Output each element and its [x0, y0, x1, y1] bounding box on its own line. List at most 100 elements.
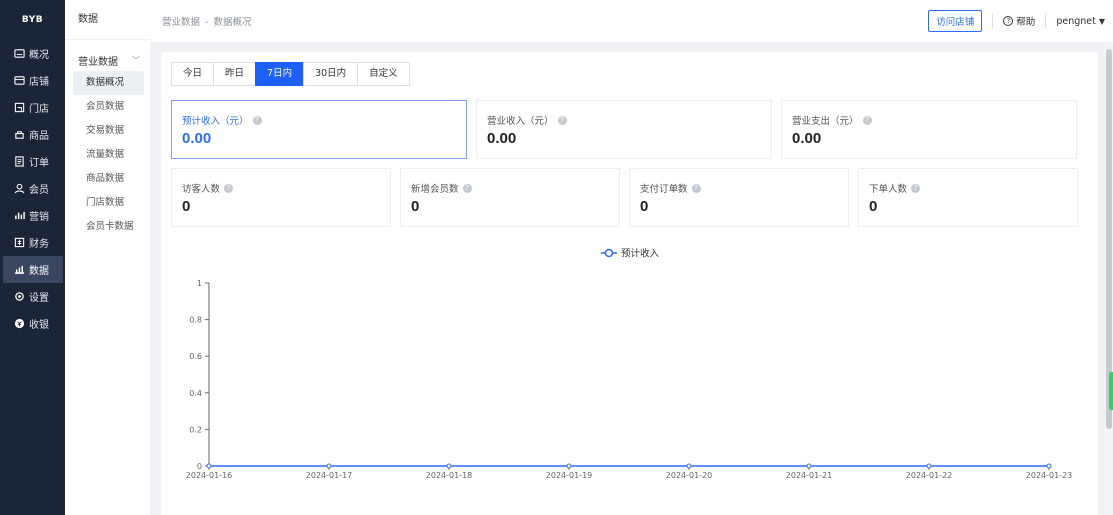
stat-label: 营业收入（元）?: [487, 113, 567, 127]
nav-item-2[interactable]: 门店: [0, 94, 65, 121]
date-tab[interactable]: 昨日: [213, 62, 257, 86]
legend-label: 预计收入: [621, 248, 660, 260]
data-point: [566, 463, 572, 469]
nav-item-4[interactable]: 订单: [0, 148, 65, 175]
x-tick-label: 2024-01-23: [1026, 471, 1073, 480]
nav-item-9[interactable]: 设置: [0, 283, 65, 310]
sub-sidebar-title: 数据: [65, 0, 150, 40]
legend-marker: [604, 248, 614, 258]
y-tick-label: 0.4: [189, 389, 202, 398]
sub-nav-item[interactable]: 流量数据: [73, 143, 144, 167]
sub-nav-item[interactable]: 数据概况: [73, 71, 144, 95]
goods-icon: [13, 129, 25, 141]
stat-label: 预计收入（元）?: [182, 113, 262, 127]
nav-item-label: 店铺: [29, 77, 49, 88]
nav-item-5[interactable]: 会员: [0, 175, 65, 202]
y-tick-label: 1: [197, 279, 202, 288]
brand-logo[interactable]: BYB: [0, 0, 65, 40]
sub-sidebar: 数据 营业数据 ﹀ 数据概况 会员数据 交易数据 流量数据 商品数据 门店数据 会员卡数据: [65, 0, 150, 515]
nav-item-label: 收银: [29, 320, 49, 331]
stat-value: 0: [182, 198, 191, 215]
divider: [992, 14, 994, 28]
help-label: 帮助: [1016, 17, 1036, 28]
question-icon: ?: [911, 183, 921, 193]
stat-card[interactable]: 支付订单数? 0: [629, 168, 849, 227]
stat-label-text: 新增会员数: [411, 184, 459, 195]
nav-item-6[interactable]: 营销: [0, 202, 65, 229]
content-panel: 今日 昨日 7日内 30日内 自定义 预计收入（元）? 0.00 营业收入（元）? 0.00 营…: [161, 52, 1098, 515]
stat-value: 0.00: [182, 130, 212, 147]
x-tick-label: 2024-01-20: [666, 471, 713, 480]
stat-card[interactable]: 营业支出（元）? 0.00: [781, 100, 1077, 159]
sub-nav-item[interactable]: 门店数据: [73, 191, 144, 215]
sub-nav-item[interactable]: 会员数据: [73, 95, 144, 119]
date-tab[interactable]: 30日内: [303, 62, 359, 86]
help-link[interactable]: ? 帮助: [1003, 14, 1035, 28]
x-tick-label: 2024-01-18: [426, 471, 473, 480]
breadcrumb-current: 数据概况: [213, 17, 252, 28]
sub-nav-item[interactable]: 商品数据: [73, 167, 144, 191]
help-icon: ?: [1003, 16, 1014, 26]
side-float-tab[interactable]: [1109, 372, 1113, 410]
nav-item-label: 营销: [29, 212, 49, 223]
stat-label: 下单人数?: [869, 181, 921, 195]
visit-store-button[interactable]: 访问店铺: [928, 10, 983, 32]
store-icon: [13, 75, 25, 87]
breadcrumb-parent[interactable]: 营业数据: [162, 17, 200, 28]
stat-card[interactable]: 预计收入（元）? 0.00: [171, 100, 467, 159]
data-point: [1046, 463, 1052, 469]
x-tick-label: 2024-01-22: [906, 471, 953, 480]
stat-label: 支付订单数?: [640, 181, 701, 195]
username: pengnet: [1056, 15, 1096, 27]
x-tick-label: 2024-01-16: [186, 471, 233, 480]
y-tick-label: 0.8: [189, 316, 202, 325]
user-menu[interactable]: pengnet ▼: [1056, 16, 1105, 27]
nav-item-8[interactable]: 数据: [3, 256, 63, 283]
y-tick-label: 0: [197, 462, 202, 471]
stat-value: 0: [869, 198, 878, 215]
caret-down-icon: ▼: [1098, 16, 1105, 26]
sub-nav-item[interactable]: 会员卡数据: [73, 215, 144, 239]
data-point: [206, 463, 212, 469]
stat-label-text: 营业支出（元）: [792, 116, 859, 127]
nav-item-label: 会员: [29, 185, 49, 196]
nav-item-7[interactable]: 财务: [0, 229, 65, 256]
nav-item-label: 概况: [29, 50, 49, 61]
sub-group-header[interactable]: 营业数据 ﹀: [65, 53, 150, 68]
date-tab[interactable]: 自定义: [357, 62, 410, 86]
nav-item-3[interactable]: 商品: [0, 121, 65, 148]
stat-label-text: 支付订单数: [640, 184, 688, 195]
finance-icon: [13, 237, 25, 249]
nav-item-label: 设置: [29, 293, 49, 304]
question-icon: ?: [862, 115, 872, 125]
sub-nav-item[interactable]: 交易数据: [73, 119, 144, 143]
data-point: [806, 463, 812, 469]
nav-item-0[interactable]: 概况: [0, 40, 65, 67]
stat-label: 访客人数?: [182, 181, 234, 195]
sub-group-label: 营业数据: [78, 56, 118, 68]
page-scrollbar[interactable]: [1105, 43, 1113, 515]
x-tick-label: 2024-01-17: [306, 471, 353, 480]
nav-item-10[interactable]: 收银: [0, 310, 65, 337]
header-actions: 访问店铺 ? 帮助 pengnet ▼: [928, 10, 1113, 32]
stat-label: 营业支出（元）?: [792, 113, 872, 127]
outlet-icon: [13, 102, 25, 114]
date-tab[interactable]: 今日: [171, 62, 215, 86]
data-icon: [13, 264, 25, 276]
stat-card[interactable]: 访客人数? 0: [171, 168, 391, 227]
sub-nav-list: 数据概况 会员数据 交易数据 流量数据 商品数据 门店数据 会员卡数据: [65, 71, 150, 239]
x-tick-label: 2024-01-19: [546, 471, 593, 480]
breadcrumb-separator: -: [205, 17, 209, 28]
stat-card[interactable]: 营业收入（元）? 0.00: [476, 100, 772, 159]
stat-value: 0: [411, 198, 420, 215]
nav-item-label: 订单: [29, 158, 49, 169]
nav-item-1[interactable]: 店铺: [0, 67, 65, 94]
date-tab[interactable]: 7日内: [255, 62, 305, 86]
nav-item-label: 数据: [29, 266, 49, 277]
main-sidebar: BYB 概况店铺门店 商品订单会员营销财务数据设置收银: [0, 0, 65, 515]
stat-card[interactable]: 下单人数? 0: [858, 168, 1078, 227]
stat-card[interactable]: 新增会员数? 0: [400, 168, 620, 227]
top-header: 营业数据 - 数据概况 访问店铺 ? 帮助 pengnet ▼: [150, 0, 1113, 43]
question-icon: ?: [691, 183, 701, 193]
breadcrumb: 营业数据 - 数据概况: [150, 14, 251, 28]
